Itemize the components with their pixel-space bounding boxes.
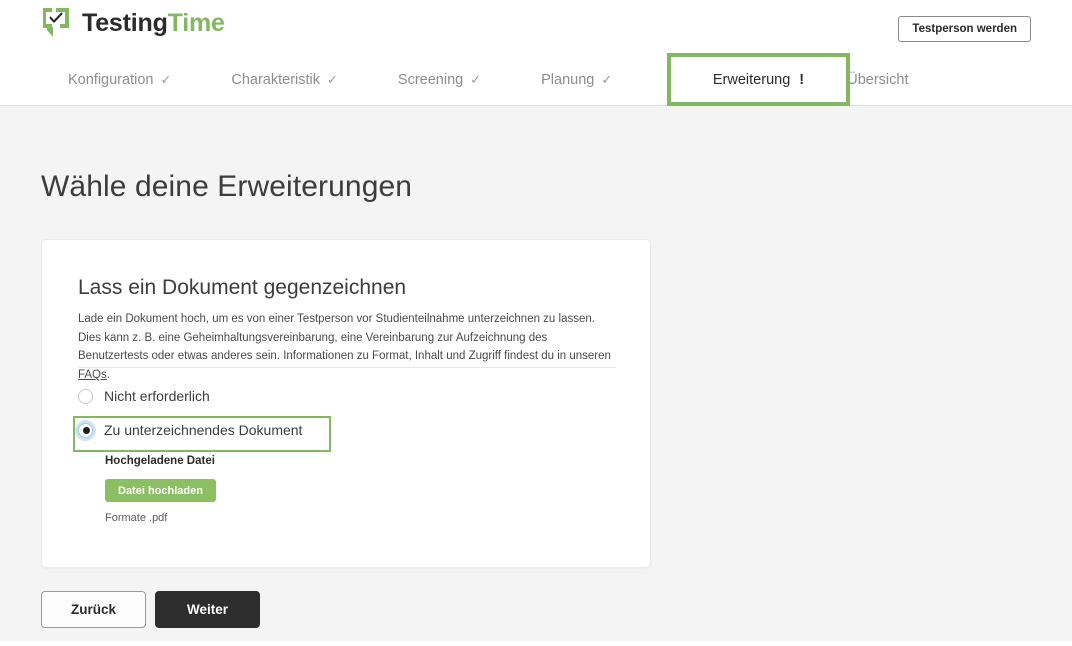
tab-uebersicht[interactable]: Übersicht bbox=[847, 55, 908, 105]
faqs-link[interactable]: FAQs bbox=[78, 369, 107, 381]
check-icon: ✓ bbox=[601, 72, 613, 87]
uploaded-file-label: Hochgeladene Datei bbox=[105, 455, 215, 467]
tab-screening[interactable]: Screening ✓ bbox=[398, 55, 481, 105]
brand-name-part2: Time bbox=[167, 8, 225, 37]
option-not-required-label: Nicht erforderlich bbox=[104, 388, 210, 404]
site-header: TestingTime Testperson werden bbox=[0, 0, 1072, 55]
tab-planung[interactable]: Planung ✓ bbox=[541, 55, 612, 105]
back-button[interactable]: Zurück bbox=[41, 591, 146, 628]
option-document-to-sign[interactable]: Zu unterzeichnendes Dokument bbox=[78, 422, 302, 438]
card-description-tail: . bbox=[106, 368, 110, 381]
check-icon: ✓ bbox=[470, 72, 482, 87]
check-icon: ✓ bbox=[160, 72, 172, 87]
option-document-to-sign-label: Zu unterzeichnendes Dokument bbox=[104, 422, 303, 438]
radio-button-unselected[interactable] bbox=[78, 388, 93, 404]
brand-logo[interactable]: TestingTime bbox=[40, 6, 225, 40]
wizard-nav: Konfiguration ✓ Charakteristik ✓ Screeni… bbox=[0, 55, 1072, 106]
card-title: Lass ein Dokument gegenzeichnen bbox=[78, 276, 407, 299]
radio-button-selected[interactable] bbox=[78, 422, 93, 438]
tab-charakteristik[interactable]: Charakteristik ✓ bbox=[231, 55, 338, 105]
card-description-text: Lade ein Dokument hoch, um es von einer … bbox=[78, 313, 611, 363]
upload-file-button[interactable]: Datei hochladen bbox=[105, 479, 216, 502]
check-icon: ✓ bbox=[327, 72, 338, 87]
warning-icon: ! bbox=[799, 71, 805, 88]
tab-planung-label: Planung bbox=[541, 72, 595, 88]
tab-screening-label: Screening bbox=[397, 72, 464, 88]
tab-konfiguration-label: Konfiguration bbox=[68, 72, 154, 88]
tab-erweiterung-label: Erweiterung bbox=[712, 71, 791, 88]
tab-uebersicht-label: Übersicht bbox=[847, 72, 909, 88]
brand-name-part1: Testing bbox=[82, 8, 168, 37]
page-title: Wähle deine Erweiterungen bbox=[41, 170, 413, 203]
extension-card: Lass ein Dokument gegenzeichnen Lade ein… bbox=[41, 239, 651, 568]
option-not-required[interactable]: Nicht erforderlich bbox=[78, 388, 210, 404]
tab-erweiterung[interactable]: Erweiterung ! bbox=[667, 53, 850, 106]
accepted-formats-note: Formate .pdf bbox=[105, 512, 168, 524]
bottom-strip bbox=[0, 641, 1072, 646]
tab-konfiguration[interactable]: Konfiguration ✓ bbox=[68, 55, 171, 105]
next-button[interactable]: Weiter bbox=[155, 591, 260, 628]
become-testperson-button[interactable]: Testperson werden bbox=[898, 16, 1031, 42]
app-page: TestingTime Testperson werden Konfigurat… bbox=[0, 0, 1072, 646]
brand-wordmark: TestingTime bbox=[82, 8, 225, 37]
tab-charakteristik-label: Charakteristik bbox=[231, 72, 320, 88]
card-divider bbox=[78, 367, 616, 368]
speech-bubble-check-icon bbox=[43, 8, 69, 37]
card-description: Lade ein Dokument hoch, um es von einer … bbox=[78, 310, 613, 385]
